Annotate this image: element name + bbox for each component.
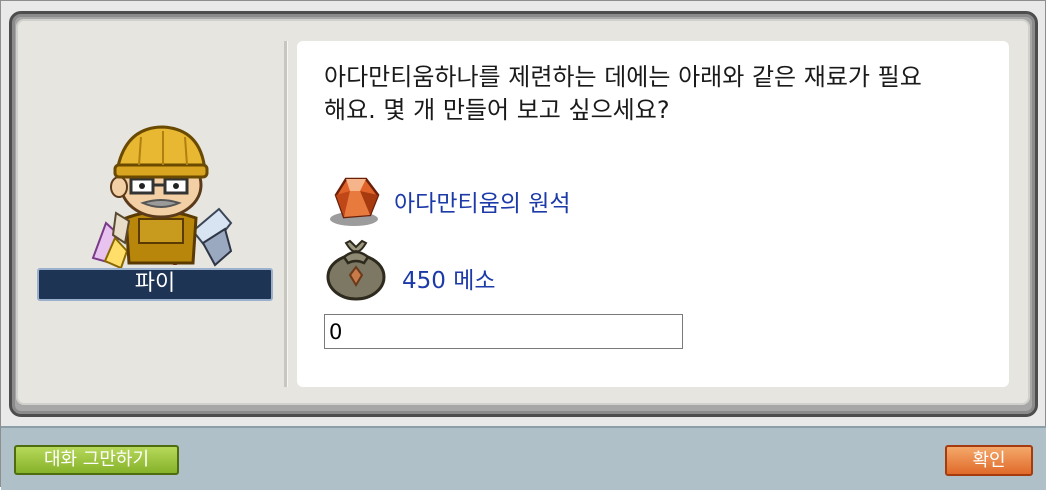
portrait-divider [284,41,288,387]
required-item-meso: 450 메소 [326,237,496,301]
quantity-input[interactable] [324,314,683,349]
ore-gem-icon [330,177,380,226]
dialog-message: 아다만티움하나를 제련하는 데에는 아래와 같은 재료가 필요 해요. 몇 개 … [324,61,994,127]
meso-bag-icon [326,239,386,301]
ore-item-label: 아다만티움의 원석 [394,191,571,217]
required-item-ore: 아다만티움의 원석 [326,173,571,229]
confirm-button[interactable]: 확인 [945,445,1033,476]
npc-dialog-window: 파이 아다만티움하나를 제련하는 데에는 아래와 같은 재료가 필요 해요. 몇… [0,0,1046,490]
end-chat-button[interactable]: 대화 그만하기 [14,445,179,475]
dialog-message-line-1: 아다만티움하나를 제련하는 데에는 아래와 같은 재료가 필요 [324,63,922,91]
npc-name-label: 파이 [37,268,273,301]
npc-portrait-icon [91,125,233,270]
dialog-message-line-2: 해요. 몇 개 만들어 보고 싶으세요? [324,96,670,124]
meso-item-label: 450 메소 [402,268,496,294]
